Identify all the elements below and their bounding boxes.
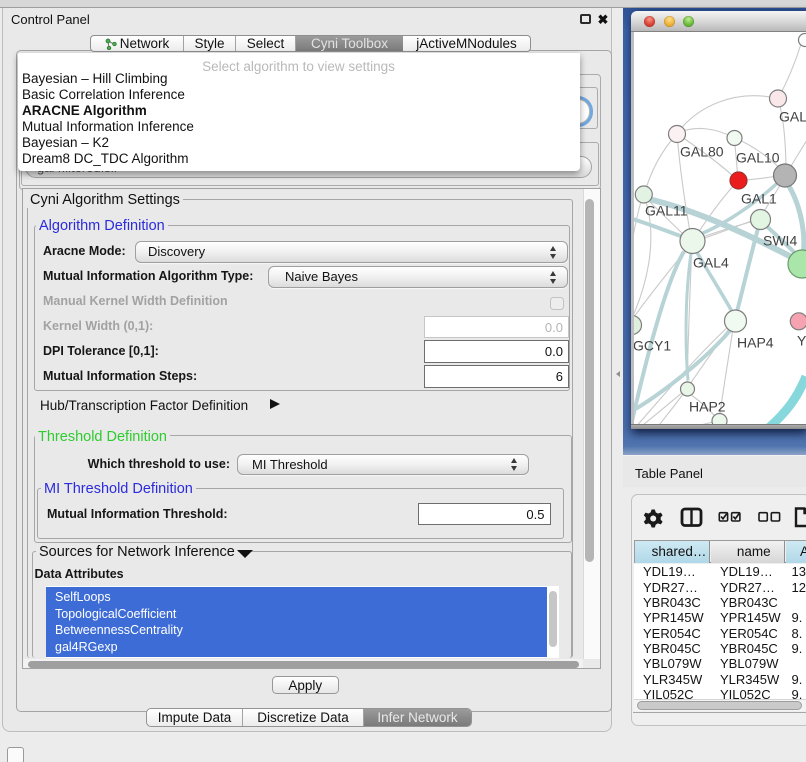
svg-text:GAL80: GAL80 (680, 143, 724, 159)
svg-text:Y: Y (797, 332, 806, 348)
svg-text:SWI4: SWI4 (763, 232, 797, 248)
svg-text:GAL11: GAL11 (645, 202, 688, 218)
svg-text:GAL10: GAL10 (736, 149, 780, 165)
svg-text:GCY1: GCY1 (634, 337, 671, 353)
svg-text:GAL7: GAL7 (779, 108, 806, 124)
svg-text:GAL1: GAL1 (741, 190, 777, 206)
svg-text:GAL4: GAL4 (693, 254, 729, 270)
svg-text:HAP2: HAP2 (689, 398, 726, 414)
svg-text:HAP4: HAP4 (737, 334, 774, 350)
